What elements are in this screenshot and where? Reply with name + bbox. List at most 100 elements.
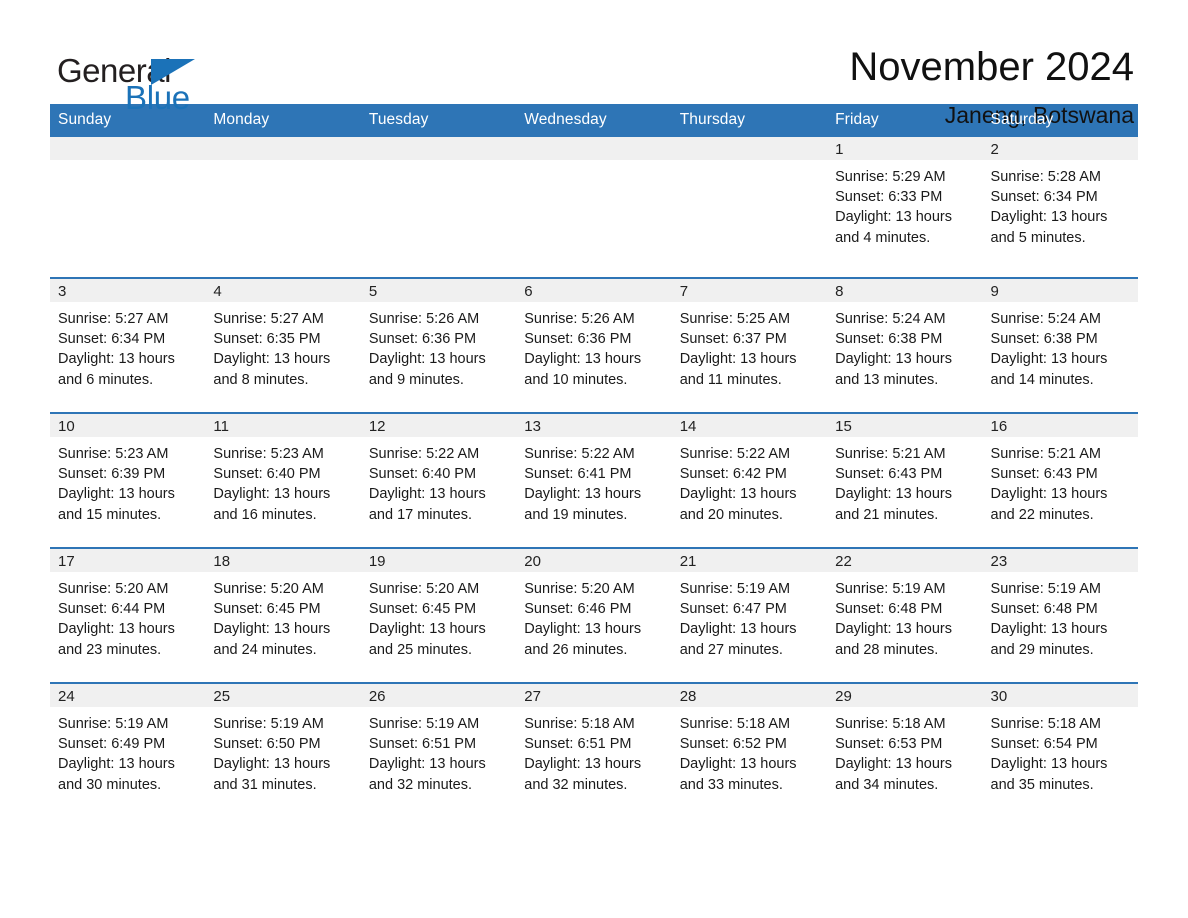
- day-details: Sunrise: 5:18 AM Sunset: 6:52 PM Daylight:…: [672, 707, 827, 795]
- day-details: Sunrise: 5:18 AM Sunset: 6:54 PM Daylight:…: [983, 707, 1138, 795]
- sunrise-sunset-calendar: Sunday Monday Tuesday Wednesday Thursday…: [50, 104, 1138, 817]
- calendar-day-cell[interactable]: 7 Sunrise: 5:25 AM Sunset: 6:37 PM Daylight…: [671, 279, 828, 412]
- day-details: Sunrise: 5:27 AM Sunset: 6:35 PM Daylight:…: [205, 302, 360, 390]
- sunrise-text: Sunrise: 5:20 AM: [213, 581, 324, 597]
- day-number: 19: [360, 549, 517, 572]
- daylight-text-line1: Daylight: 13 hours: [524, 486, 642, 503]
- sunset-text: Sunset: 6:33 PM: [835, 189, 943, 206]
- sunset-text: Sunset: 6:54 PM: [990, 736, 1098, 753]
- sunset-text: Sunset: 6:51 PM: [524, 736, 632, 753]
- sunset-text: Sunset: 6:41 PM: [524, 466, 632, 483]
- sunset-text: Sunset: 6:42 PM: [679, 466, 787, 483]
- sunrise-text: Sunrise: 5:24 AM: [835, 311, 946, 327]
- day-details: Sunrise: 5:20 AM Sunset: 6:45 PM Daylight:…: [361, 572, 516, 660]
- daylight-text-line2: and 8 minutes.: [213, 371, 309, 388]
- sunrise-text: Sunrise: 5:28 AM: [990, 169, 1101, 185]
- daylight-text-line2: and 30 minutes.: [58, 776, 162, 793]
- calendar-day-cell[interactable]: 13 Sunrise: 5:22 AM Sunset: 6:41 PM Dayligh…: [516, 414, 672, 547]
- sunrise-text: Sunrise: 5:22 AM: [679, 446, 791, 462]
- calendar-day-cell[interactable]: 29 Sunrise: 5:18 AM Sunset: 6:53 PM Dayligh…: [827, 684, 983, 817]
- daylight-text-line1: Daylight: 13 hours: [990, 621, 1108, 638]
- day-details: Sunrise: 5:26 AM Sunset: 6:36 PM Daylight:…: [361, 302, 516, 390]
- day-number: 23: [982, 549, 1138, 572]
- calendar-day-cell[interactable]: 24 Sunrise: 5:19 AM Sunset: 6:49 PM Dayligh…: [50, 684, 206, 817]
- calendar-day-cell[interactable]: 14 Sunrise: 5:22 AM Sunset: 6:42 PM Dayligh…: [671, 414, 828, 547]
- daylight-text-line1: Daylight: 13 hours: [679, 486, 797, 503]
- calendar-day-cell[interactable]: 6 Sunrise: 5:26 AM Sunset: 6:36 PM Daylight…: [516, 279, 672, 412]
- day-number: 29: [827, 684, 983, 707]
- sunrise-text: Sunrise: 5:19 AM: [213, 716, 324, 732]
- sunrise-text: Sunrise: 5:19 AM: [58, 716, 169, 732]
- calendar-day-cell[interactable]: 30 Sunrise: 5:18 AM Sunset: 6:54 PM Dayligh…: [982, 684, 1138, 817]
- day-number: 22: [827, 549, 983, 572]
- calendar-day-cell[interactable]: 4 Sunrise: 5:27 AM Sunset: 6:35 PM Daylight…: [205, 279, 361, 412]
- calendar-day-cell[interactable]: 12 Sunrise: 5:22 AM Sunset: 6:40 PM Dayligh…: [360, 414, 517, 547]
- calendar-day-cell[interactable]: 15 Sunrise: 5:21 AM Sunset: 6:43 PM Dayligh…: [827, 414, 983, 547]
- calendar-day-cell[interactable]: 22 Sunrise: 5:19 AM Sunset: 6:48 PM Dayligh…: [827, 549, 983, 682]
- calendar-day-cell[interactable]: 2 Sunrise: 5:28 AM Sunset: 6:34 PM Daylight…: [982, 137, 1138, 277]
- generalblue-logo[interactable]: General Blue: [50, 46, 250, 118]
- day-number: 1: [827, 137, 983, 160]
- sunset-text: Sunset: 6:39 PM: [58, 466, 166, 483]
- calendar-day-cell[interactable]: 25 Sunrise: 5:19 AM Sunset: 6:50 PM Dayligh…: [205, 684, 361, 817]
- daylight-text-line1: Daylight: 13 hours: [213, 756, 331, 773]
- calendar-week-row: 1 Sunrise: 5:29 AM Sunset: 6:33 PM Daylight…: [50, 137, 1138, 278]
- calendar-day-cell[interactable]: 10 Sunrise: 5:23 AM Sunset: 6:39 PM Dayligh…: [50, 414, 206, 547]
- day-details: Sunrise: 5:28 AM Sunset: 6:34 PM Daylight:…: [983, 160, 1138, 248]
- sunset-text: Sunset: 6:52 PM: [679, 736, 787, 753]
- sunrise-text: Sunrise: 5:19 AM: [835, 581, 946, 597]
- day-number: [205, 137, 361, 160]
- calendar-day-cell[interactable]: 8 Sunrise: 5:24 AM Sunset: 6:38 PM Daylight…: [827, 279, 983, 412]
- day-details: Sunrise: 5:18 AM Sunset: 6:53 PM Daylight:…: [827, 707, 982, 795]
- sunrise-text: Sunrise: 5:19 AM: [679, 581, 791, 597]
- weekday-header-thursday: Thursday: [671, 104, 828, 137]
- calendar-day-cell[interactable]: 28 Sunrise: 5:18 AM Sunset: 6:52 PM Dayligh…: [671, 684, 828, 817]
- daylight-text-line2: and 33 minutes.: [679, 776, 783, 793]
- daylight-text-line2: and 32 minutes.: [524, 776, 628, 793]
- calendar-day-cell[interactable]: 27 Sunrise: 5:18 AM Sunset: 6:51 PM Dayligh…: [516, 684, 672, 817]
- calendar-day-cell[interactable]: 19 Sunrise: 5:20 AM Sunset: 6:45 PM Dayligh…: [360, 549, 517, 682]
- calendar-day-cell[interactable]: 11 Sunrise: 5:23 AM Sunset: 6:40 PM Dayligh…: [205, 414, 361, 547]
- calendar-day-cell[interactable]: 3 Sunrise: 5:27 AM Sunset: 6:34 PM Daylight…: [50, 279, 206, 412]
- sunrise-text: Sunrise: 5:22 AM: [524, 446, 635, 462]
- day-details: Sunrise: 5:19 AM Sunset: 6:47 PM Daylight:…: [672, 572, 827, 660]
- daylight-text-line2: and 6 minutes.: [58, 371, 154, 388]
- sunset-text: Sunset: 6:46 PM: [524, 601, 632, 618]
- day-number: [360, 137, 517, 160]
- calendar-day-cell[interactable]: 16 Sunrise: 5:21 AM Sunset: 6:43 PM Dayligh…: [982, 414, 1138, 547]
- daylight-text-line1: Daylight: 13 hours: [679, 621, 797, 638]
- daylight-text-line2: and 23 minutes.: [58, 641, 162, 658]
- day-details: Sunrise: 5:21 AM Sunset: 6:43 PM Daylight:…: [983, 437, 1138, 525]
- day-details: Sunrise: 5:21 AM Sunset: 6:43 PM Daylight:…: [827, 437, 982, 525]
- calendar-day-cell[interactable]: 21 Sunrise: 5:19 AM Sunset: 6:47 PM Dayligh…: [671, 549, 828, 682]
- calendar-day-cell[interactable]: 26 Sunrise: 5:19 AM Sunset: 6:51 PM Dayligh…: [360, 684, 517, 817]
- daylight-text-line1: Daylight: 13 hours: [58, 621, 175, 638]
- calendar-day-cell[interactable]: 1 Sunrise: 5:29 AM Sunset: 6:33 PM Daylight…: [827, 137, 983, 277]
- sunrise-text: Sunrise: 5:25 AM: [679, 311, 791, 327]
- calendar-day-cell[interactable]: 20 Sunrise: 5:20 AM Sunset: 6:46 PM Dayligh…: [516, 549, 672, 682]
- sunrise-text: Sunrise: 5:22 AM: [368, 446, 480, 462]
- page-title: November 2024: [849, 45, 1134, 89]
- sunrise-text: Sunrise: 5:20 AM: [524, 581, 635, 597]
- day-number: 18: [205, 549, 361, 572]
- sunset-text: Sunset: 6:45 PM: [213, 601, 321, 618]
- day-number: 16: [982, 414, 1138, 437]
- calendar-day-cell-empty: [360, 137, 517, 277]
- sunrise-text: Sunrise: 5:18 AM: [990, 716, 1101, 732]
- sunrise-text: Sunrise: 5:23 AM: [58, 446, 169, 462]
- calendar-body: 1 Sunrise: 5:29 AM Sunset: 6:33 PM Daylight…: [50, 137, 1138, 817]
- calendar-day-cell[interactable]: 18 Sunrise: 5:20 AM Sunset: 6:45 PM Dayligh…: [205, 549, 361, 682]
- calendar-day-cell[interactable]: 9 Sunrise: 5:24 AM Sunset: 6:38 PM Daylight…: [982, 279, 1138, 412]
- sunrise-text: Sunrise: 5:18 AM: [524, 716, 635, 732]
- calendar-day-cell[interactable]: 5 Sunrise: 5:26 AM Sunset: 6:36 PM Daylight…: [360, 279, 517, 412]
- calendar-day-cell[interactable]: 23 Sunrise: 5:19 AM Sunset: 6:48 PM Dayligh…: [982, 549, 1138, 682]
- calendar-day-cell[interactable]: 17 Sunrise: 5:20 AM Sunset: 6:44 PM Dayligh…: [50, 549, 206, 682]
- daylight-text-line1: Daylight: 13 hours: [835, 621, 952, 638]
- day-details: Sunrise: 5:22 AM Sunset: 6:41 PM Daylight:…: [516, 437, 671, 525]
- day-number: 8: [827, 279, 983, 302]
- daylight-text-line1: Daylight: 13 hours: [368, 486, 486, 503]
- weekday-header-tuesday: Tuesday: [360, 104, 517, 137]
- daylight-text-line1: Daylight: 13 hours: [524, 621, 642, 638]
- daylight-text-line2: and 20 minutes.: [679, 506, 783, 523]
- daylight-text-line1: Daylight: 13 hours: [368, 621, 486, 638]
